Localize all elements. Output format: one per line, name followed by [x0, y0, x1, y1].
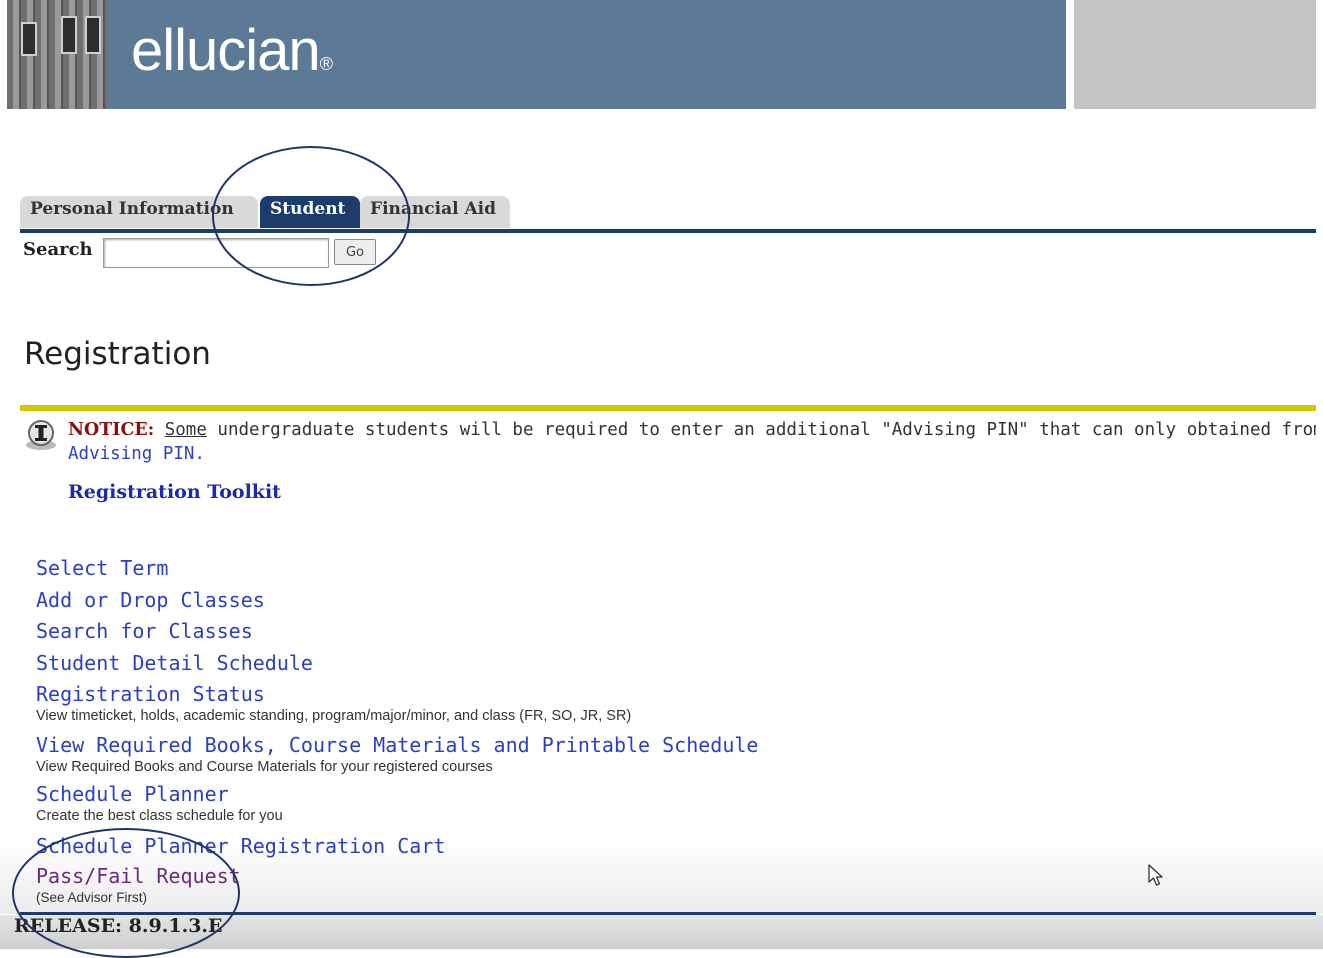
- mouse-pointer-icon: [1148, 864, 1163, 886]
- required-books-desc: View Required Books and Course Materials…: [36, 759, 493, 775]
- required-books-link[interactable]: View Required Books, Course Materials an…: [36, 733, 758, 757]
- student-detail-schedule-link[interactable]: Student Detail Schedule: [36, 651, 313, 675]
- header-banner: ellucian®: [7, 0, 1066, 109]
- add-drop-classes-link[interactable]: Add or Drop Classes: [36, 588, 265, 612]
- tab-personal-information[interactable]: Personal Information: [20, 196, 258, 228]
- search-input[interactable]: [103, 238, 329, 268]
- tab-underline: [20, 229, 1316, 233]
- info-icon: [26, 420, 56, 450]
- search-classes-link[interactable]: Search for Classes: [36, 619, 253, 643]
- notice-text: NOTICE: Some undergraduate students will…: [68, 420, 1316, 440]
- schedule-planner-link[interactable]: Schedule Planner: [36, 782, 229, 806]
- page-title: Registration: [24, 336, 211, 372]
- schedule-planner-desc: Create the best class schedule for you: [36, 808, 283, 824]
- registration-status-link[interactable]: Registration Status: [36, 682, 265, 706]
- search-label: Search: [23, 239, 93, 260]
- select-term-link[interactable]: Select Term: [36, 556, 168, 580]
- schedule-planner-cart-link[interactable]: Schedule Planner Registration Cart: [36, 834, 445, 858]
- tab-student[interactable]: Student: [260, 196, 360, 228]
- header-banner-right: [1074, 0, 1316, 109]
- registration-toolkit-link[interactable]: Registration Toolkit: [68, 481, 281, 503]
- advising-pin-link[interactable]: Advising PIN.: [68, 442, 205, 466]
- release-version: RELEASE: 8.9.1.3.E: [14, 915, 223, 937]
- pass-fail-request-link[interactable]: Pass/Fail Request: [36, 864, 241, 888]
- tab-financial-aid[interactable]: Financial Aid: [360, 196, 510, 228]
- campus-building-image: [7, 0, 107, 109]
- ellucian-logo: ellucian®: [131, 18, 333, 83]
- go-button[interactable]: Go: [334, 239, 376, 265]
- yellow-divider: [20, 405, 1316, 411]
- registration-status-desc: View timeticket, holds, academic standin…: [36, 708, 632, 724]
- pass-fail-desc: (See Advisor First): [36, 890, 148, 905]
